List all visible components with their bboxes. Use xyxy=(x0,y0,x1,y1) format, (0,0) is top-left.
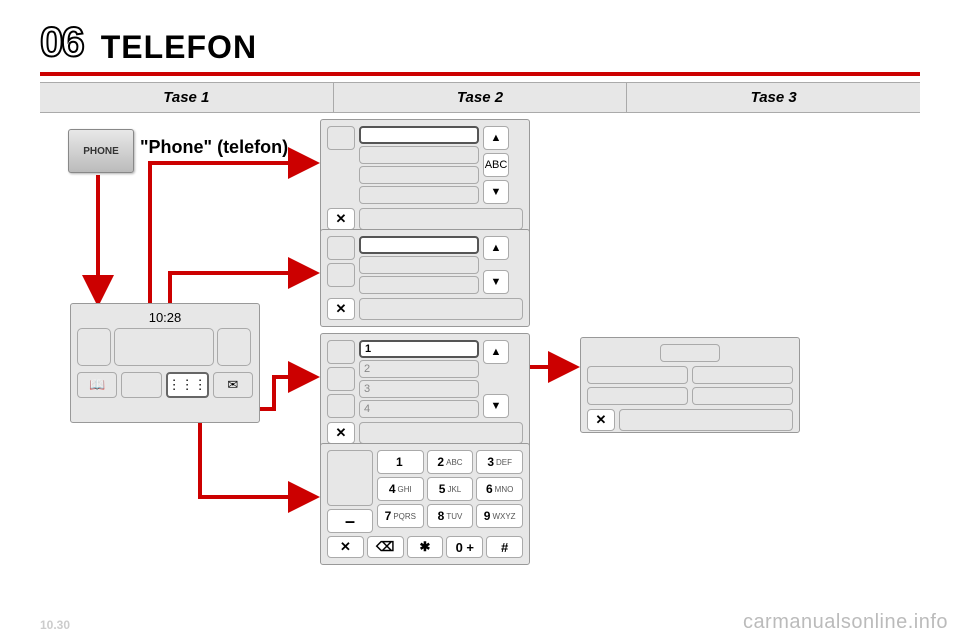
level-3-label: Tase 3 xyxy=(627,83,920,112)
chevron-down-icon: ▼ xyxy=(491,276,502,288)
close-icon: ✕ xyxy=(336,211,347,227)
level-2-label: Tase 2 xyxy=(334,83,628,112)
messages-icon[interactable]: ✉ xyxy=(213,372,253,398)
list-panel: ▲ ▼ ✕ xyxy=(320,229,530,327)
contact-detail-panel: ✕ xyxy=(580,337,800,433)
key-3[interactable]: 3DEF xyxy=(476,450,523,474)
contacts-tab[interactable] xyxy=(327,126,355,150)
list-item[interactable] xyxy=(359,186,479,204)
phone-caption: "Phone" (telefon) xyxy=(140,137,288,158)
page-number: 10.30 xyxy=(40,618,70,632)
clock: 10:28 xyxy=(77,310,253,325)
tab-a[interactable] xyxy=(327,340,355,364)
list-item[interactable] xyxy=(359,256,479,274)
sort-label: ABC xyxy=(485,159,508,171)
chevron-down-icon: ▼ xyxy=(491,186,502,198)
chevron-up-icon: ▲ xyxy=(491,242,502,254)
key-2[interactable]: 2ABC xyxy=(427,450,474,474)
close-button[interactable]: ✕ xyxy=(327,298,355,320)
spacer-icon[interactable] xyxy=(121,372,161,398)
chevron-down-icon: ▼ xyxy=(491,400,502,412)
keypad-icon[interactable]: ⋮⋮⋮ xyxy=(166,372,209,398)
list-item[interactable] xyxy=(359,146,479,164)
close-button[interactable]: ✕ xyxy=(327,422,355,444)
contacts-panel: ▲ ABC ▼ ✕ xyxy=(320,119,530,237)
backspace-button[interactable]: ⌫ xyxy=(367,536,404,558)
scroll-up-button[interactable]: ▲ xyxy=(483,126,509,150)
detail-title-slot xyxy=(660,344,720,362)
chevron-up-icon: ▲ xyxy=(491,132,502,144)
list-item[interactable]: 3 xyxy=(359,380,479,398)
phone-button-label: PHONE xyxy=(83,146,119,157)
level-1-label: Tase 1 xyxy=(40,83,334,112)
key-7[interactable]: 7PQRS xyxy=(377,504,424,528)
keypad-grid: 1 2ABC 3DEF 4GHI 5JKL 6MNO 7PQRS 8TUV 9W… xyxy=(377,450,523,528)
key-5[interactable]: 5JKL xyxy=(427,477,474,501)
close-icon: ✕ xyxy=(336,425,347,441)
scroll-down-button[interactable]: ▼ xyxy=(483,180,509,204)
detail-field[interactable] xyxy=(587,366,688,384)
tab-c[interactable] xyxy=(327,394,355,418)
key-1[interactable]: 1 xyxy=(377,450,424,474)
close-button[interactable]: ✕ xyxy=(587,409,615,431)
key-6[interactable]: 6MNO xyxy=(476,477,523,501)
page-header: 06 TELEFON xyxy=(40,18,920,76)
mail-icon: ✉ xyxy=(227,377,238,393)
list-item[interactable]: 2 xyxy=(359,360,479,378)
dial-keypad-panel: – 1 2ABC 3DEF 4GHI 5JKL 6MNO 7PQRS 8TUV … xyxy=(320,443,530,565)
footer-slot xyxy=(619,409,793,431)
key-0[interactable]: 0 + xyxy=(446,536,483,558)
scroll-down-button[interactable]: ▼ xyxy=(483,270,509,294)
phone-hardware-button[interactable]: PHONE xyxy=(68,129,134,173)
detail-field[interactable] xyxy=(587,387,688,405)
list-item[interactable] xyxy=(359,236,479,254)
contacts-icon[interactable]: 📖 xyxy=(77,372,117,398)
list-item[interactable] xyxy=(359,166,479,184)
detail-field[interactable] xyxy=(692,366,793,384)
phone-home-screen: 10:28 📖 ⋮⋮⋮ ✉ xyxy=(70,303,260,423)
close-icon: ✕ xyxy=(596,412,607,428)
key-hash[interactable]: # xyxy=(486,536,523,558)
watermark: carmanualsonline.info xyxy=(743,611,948,634)
chevron-up-icon: ▲ xyxy=(491,346,502,358)
key-star[interactable]: ✱ xyxy=(407,536,444,558)
home-slot-left[interactable] xyxy=(77,328,111,366)
tab-b[interactable] xyxy=(327,263,355,287)
scroll-up-button[interactable]: ▲ xyxy=(483,236,509,260)
home-slot-center[interactable] xyxy=(114,328,214,366)
list-item[interactable]: 1 xyxy=(359,340,479,358)
close-icon: ✕ xyxy=(336,301,347,317)
book-icon: 📖 xyxy=(89,377,105,393)
dial-dash-button[interactable]: – xyxy=(327,509,373,533)
list-item[interactable] xyxy=(359,126,479,144)
key-9[interactable]: 9WXYZ xyxy=(476,504,523,528)
level-header-row: Tase 1 Tase 2 Tase 3 xyxy=(40,82,920,113)
page-title: TELEFON xyxy=(101,29,257,66)
list-item[interactable] xyxy=(359,276,479,294)
backspace-icon: ⌫ xyxy=(376,539,394,555)
numbered-list-panel: 1 2 3 4 ▲ ▼ ✕ xyxy=(320,333,530,451)
section-number: 06 xyxy=(40,18,83,66)
home-slot-right[interactable] xyxy=(217,328,251,366)
dial-display xyxy=(327,450,373,506)
grid-icon: ⋮⋮⋮ xyxy=(168,377,207,393)
sort-abc-button[interactable]: ABC xyxy=(483,153,509,177)
detail-field[interactable] xyxy=(692,387,793,405)
scroll-down-button[interactable]: ▼ xyxy=(483,394,509,418)
close-button[interactable]: ✕ xyxy=(327,208,355,230)
footer-slot xyxy=(359,208,523,230)
footer-slot xyxy=(359,422,523,444)
close-icon: ✕ xyxy=(340,539,351,555)
footer-slot xyxy=(359,298,523,320)
scroll-up-button[interactable]: ▲ xyxy=(483,340,509,364)
tab-a[interactable] xyxy=(327,236,355,260)
list-item[interactable]: 4 xyxy=(359,400,479,418)
tab-b[interactable] xyxy=(327,367,355,391)
close-button[interactable]: ✕ xyxy=(327,536,364,558)
key-4[interactable]: 4GHI xyxy=(377,477,424,501)
key-8[interactable]: 8TUV xyxy=(427,504,474,528)
